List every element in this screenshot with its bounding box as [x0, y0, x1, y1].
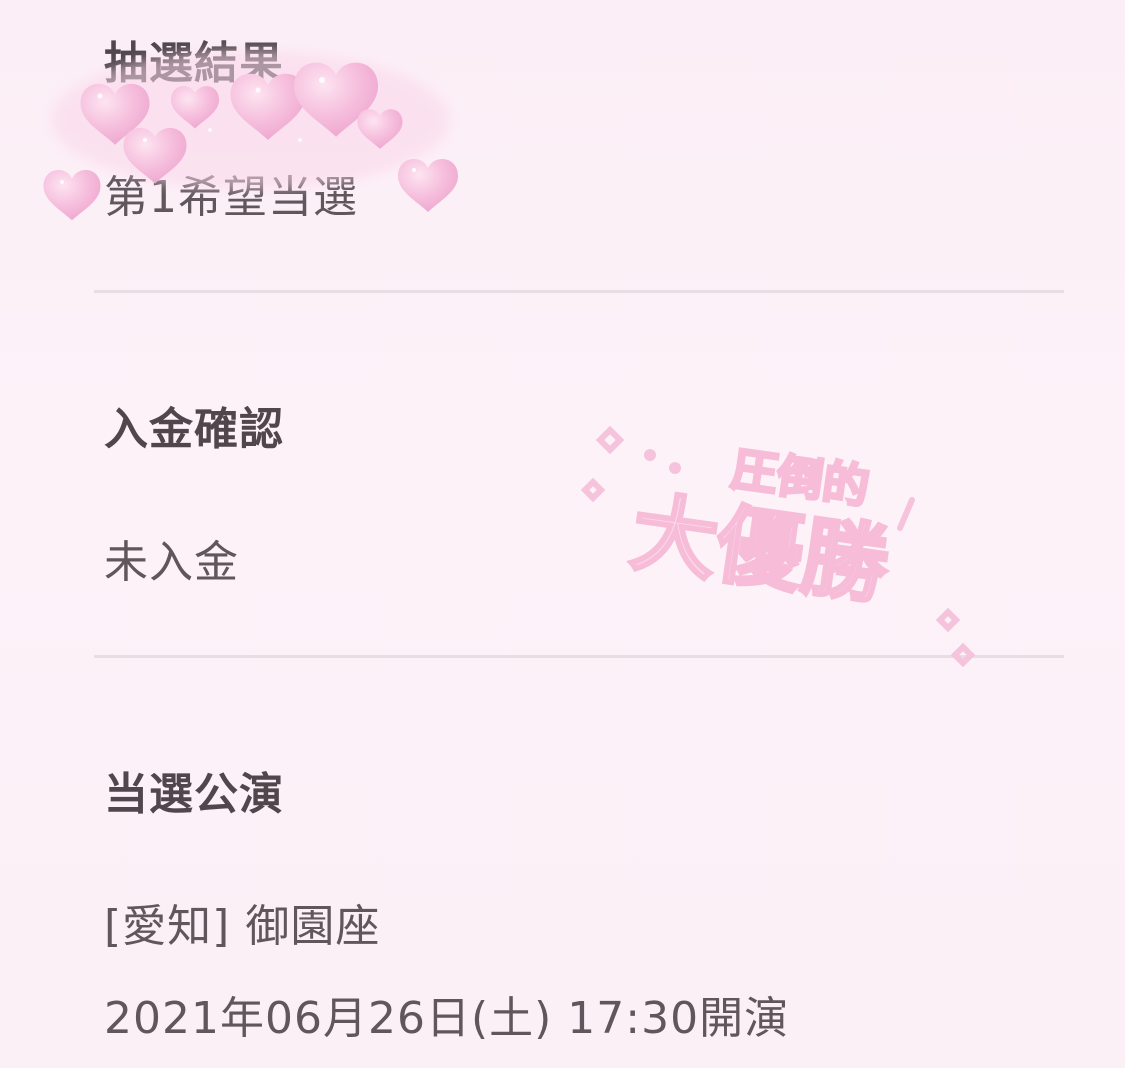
sparkle-icon	[580, 425, 976, 668]
winning-performance-heading: 当選公演	[104, 773, 284, 817]
payment-confirmation-value: 未入金	[104, 541, 239, 585]
sparkle-icon	[60, 77, 416, 184]
winning-performance-heading-text: 当選公演	[104, 769, 284, 820]
payment-confirmation-heading: 入金確認	[104, 408, 284, 452]
lottery-result-heading-text: 抽選結果	[104, 38, 284, 89]
datetime-text: 2021年06月26日(土) 17:30開演	[104, 993, 790, 1044]
venue-value: [愛知] 御園座	[104, 905, 380, 949]
heart-icon	[80, 83, 150, 145]
venue-text: [愛知] 御園座	[104, 901, 381, 952]
datetime-value: 2021年06月26日(土) 17:30開演	[104, 997, 789, 1041]
heart-icon	[43, 170, 101, 221]
lottery-result-heading: 抽選結果	[104, 42, 284, 86]
payment-confirmation-heading-text: 入金確認	[104, 404, 284, 455]
sticker-line1: 圧倒的	[728, 442, 872, 515]
heart-icon	[398, 158, 458, 212]
sticker-line2: 大優勝	[625, 483, 895, 618]
divider	[94, 290, 1064, 293]
divider	[94, 655, 1064, 658]
payment-confirmation-value-text: 未入金	[104, 537, 239, 588]
lottery-result-value: 第1希望当選	[104, 176, 358, 220]
lottery-result-value-text: 第1希望当選	[104, 172, 358, 223]
sparkle-icon	[644, 449, 681, 474]
heart-icon	[294, 62, 378, 137]
heart-icon	[171, 86, 219, 129]
heart-icon	[357, 109, 403, 149]
